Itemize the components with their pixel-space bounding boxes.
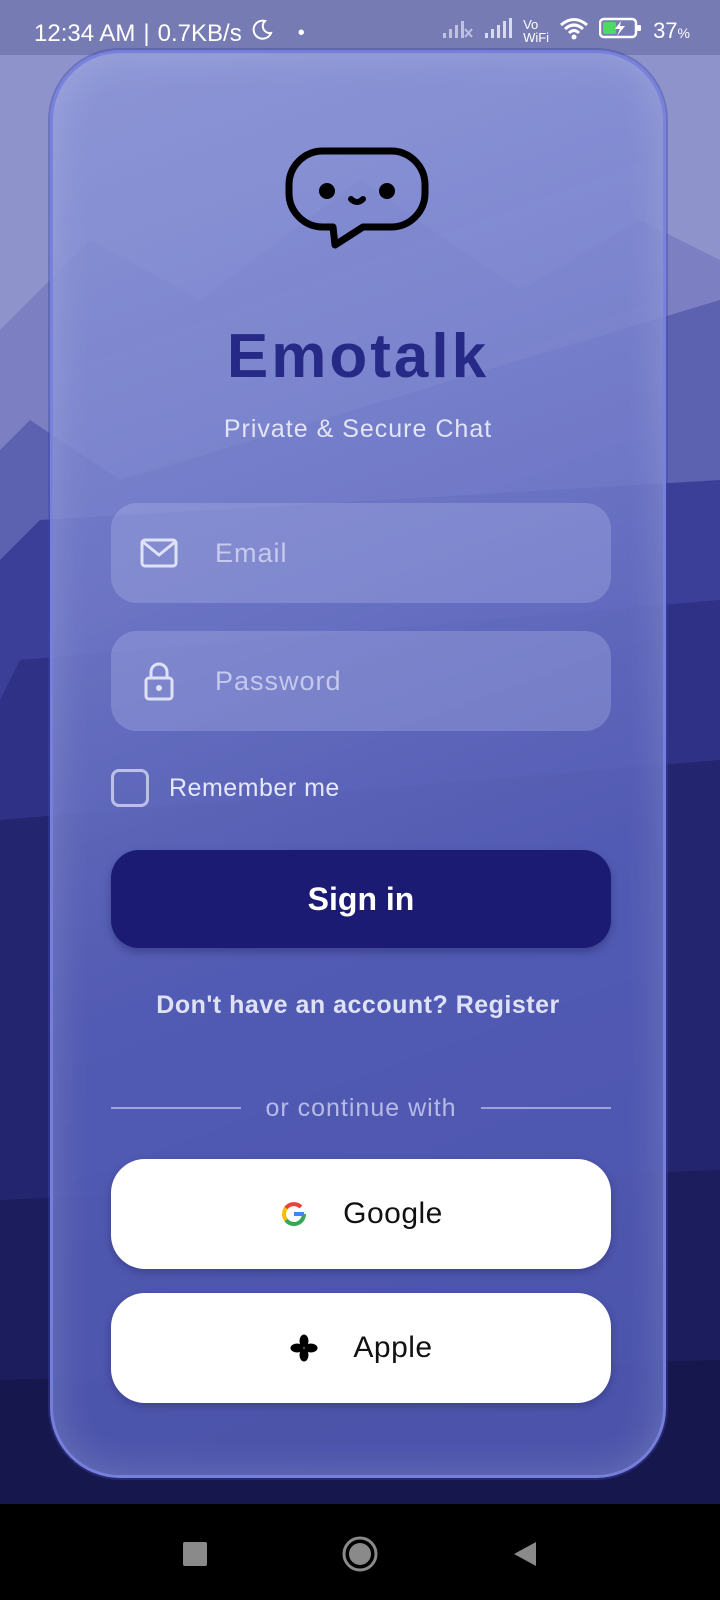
apple-signin-button[interactable]: Apple: [111, 1293, 611, 1403]
status-speed: 0.7KB/s: [157, 19, 242, 47]
remember-me-checkbox[interactable]: [111, 769, 149, 807]
register-link[interactable]: Don't have an account? Register: [53, 991, 663, 1020]
mail-icon: [139, 533, 179, 573]
google-label: Google: [343, 1197, 443, 1230]
signal-icon: [483, 17, 513, 45]
divider-text: or continue with: [265, 1093, 457, 1122]
email-field[interactable]: [111, 503, 611, 603]
app-tagline: Private & Secure Chat: [223, 415, 493, 443]
battery-percent-value: 37: [653, 18, 678, 43]
login-card: Emotalk Private & Secure Chat Remember m…: [50, 50, 666, 1478]
back-button[interactable]: [505, 1534, 545, 1574]
battery-percent: 37%: [653, 18, 690, 44]
battery-icon: [598, 16, 643, 46]
divider-line-right: [480, 1107, 612, 1109]
recents-button[interactable]: [175, 1534, 215, 1574]
remember-me-label: Remember me: [169, 773, 340, 802]
apple-label: Apple: [353, 1331, 433, 1364]
email-input[interactable]: [213, 536, 597, 570]
status-separator: |: [143, 19, 150, 47]
dot-icon: •: [297, 22, 305, 44]
status-right: Vo WiFi 37%: [441, 16, 690, 46]
vowifi-label: Vo WiFi: [523, 18, 549, 44]
divider-line-left: [111, 1107, 242, 1109]
signal-muted-icon: [441, 17, 473, 45]
continue-divider: or continue with: [111, 1093, 612, 1123]
chat-bubble-logo-icon: [283, 145, 431, 255]
login-screen: 12:34 AM | 0.7KB/s • Vo WiFi 37% Emotalk…: [0, 0, 720, 1600]
remember-me-row[interactable]: Remember me: [111, 766, 340, 810]
password-field[interactable]: [111, 631, 611, 731]
home-button[interactable]: [340, 1534, 380, 1574]
lock-icon: [139, 661, 179, 701]
vowifi-bottom: WiFi: [523, 30, 550, 45]
battery-percent-unit: %: [677, 25, 690, 41]
google-icon: [279, 1199, 309, 1229]
navigation-bar: [0, 1504, 720, 1600]
status-left: 12:34 AM | 0.7KB/s •: [34, 18, 305, 49]
app-title: Emotalk: [226, 322, 490, 391]
wifi-icon: [559, 16, 589, 46]
status-time: 12:34 AM: [34, 19, 136, 47]
apple-icon: [289, 1333, 319, 1363]
password-input[interactable]: [213, 664, 597, 698]
google-signin-button[interactable]: Google: [111, 1159, 611, 1269]
moon-icon: [250, 18, 274, 49]
sign-in-button[interactable]: Sign in: [111, 850, 611, 948]
status-bar: 12:34 AM | 0.7KB/s • Vo WiFi 37%: [0, 0, 720, 55]
